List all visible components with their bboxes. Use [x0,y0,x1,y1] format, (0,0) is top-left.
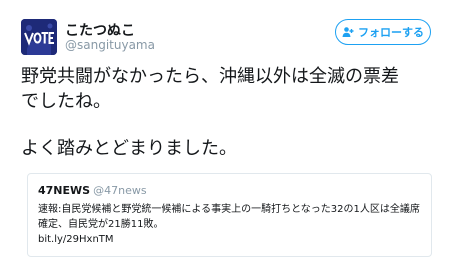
author-display-name[interactable]: こたつぬこ [65,20,135,40]
quoted-tweet-header: 47NEWS @47news [38,184,421,198]
add-person-icon [342,26,354,38]
author-screen-name[interactable]: @sangituyama [65,38,155,52]
quoted-tweet-display-name: 47NEWS [38,184,91,197]
quoted-tweet-card[interactable]: 47NEWS @47news 速報:自民党候補と野党統一候補による事実上の一騎打ち… [27,173,432,257]
quoted-tweet-line: 速報:自民党候補と野党統一候補による事実上の一騎打ちとなった32の1人区は全議席 [38,204,420,215]
follow-button[interactable]: フォローする [335,19,431,45]
quoted-tweet-text: 速報:自民党候補と野党統一候補による事実上の一騎打ちとなった32の1人区は全議席… [38,202,421,247]
tweet-text-line: 野党共闘がなかったら、沖縄以外は全滅の票差 [21,66,399,87]
quoted-tweet-link[interactable]: bit.ly/29HxnTM [38,232,421,247]
tweet-text: 野党共闘がなかったら、沖縄以外は全滅の票差 でしたね。 よく踏みとどまりました。 [21,64,441,161]
tweet-text-line: よく踏みとどまりました。 [21,138,237,159]
quoted-tweet-line: 確定、自民党が21勝11敗。 [38,219,164,230]
quoted-tweet-screen-name: @47news [93,184,147,197]
avatar-image [21,19,57,55]
tweet-text-line: でしたね。 [21,91,111,112]
avatar[interactable] [21,19,57,55]
follow-button-label: フォローする [358,26,424,39]
